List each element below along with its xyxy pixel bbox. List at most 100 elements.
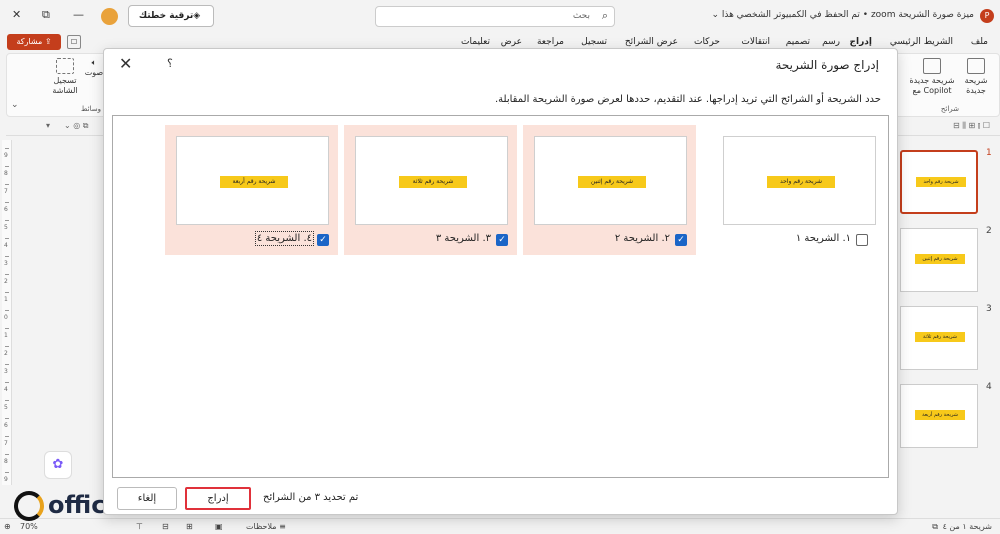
reading-view-icon[interactable]: ⊞ [186,522,193,531]
profile-avatar[interactable] [101,8,118,25]
normal-view-icon[interactable]: ▣ [215,522,223,531]
tab-animations[interactable]: حركات [694,37,720,47]
slide-checkbox-3[interactable]: ✓ [496,234,508,246]
tab-view[interactable]: عرض [501,37,522,47]
dropdown-icon[interactable]: ▾ [46,121,50,130]
slide-thumbnail[interactable]: شريحة رقم واحد [900,150,978,214]
ruler-number: 7 [4,440,8,447]
slide-thumbnail[interactable]: شريحة رقم أربعة [900,384,978,448]
ruler-number: 6 [4,422,8,429]
ruler-number: 4 [4,386,8,393]
ruler-tick [5,256,9,257]
slide-card-2[interactable]: شريحة رقم إثنين ✓ ٢. الشريحة ٢ [523,125,696,255]
slide-checkbox-row[interactable]: ✓ ٣. الشريحة ٣ [344,232,517,248]
slide-preview: شريحة رقم واحد [723,136,876,225]
slide-preview-label: شريحة رقم أربعة [220,176,288,188]
slide-checkbox-1[interactable] [856,234,868,246]
audio-label: صوت [84,68,104,77]
share-button[interactable]: مشاركة ⇪ [7,34,61,50]
insert-slide-zoom-dialog: إدراج صورة الشريحة ✕ ؟ حدد الشريحة أو ال… [103,48,898,515]
accessibility-icon[interactable]: ⧉ [932,522,938,532]
tab-record[interactable]: تسجيل [581,37,607,47]
tab-help[interactable]: تعليمات [461,37,490,47]
ruler-tick [5,382,9,383]
slide-card-4[interactable]: شريحة رقم أربعة ✓ ٤. الشريحة ٤ [165,125,338,255]
maximize-button[interactable]: ⧉ [42,8,50,22]
tab-home[interactable]: الشريط الرئيسي [890,37,953,47]
slide-checkbox-label: ١. الشريحة ١ [795,233,851,244]
slide-checkbox-row[interactable]: ✓ ٤. الشريحة ٤ [165,231,338,248]
document-title[interactable]: ميزة صورة الشريحة zoom • تم الحفظ في الك… [711,10,974,20]
ruler-tick [5,328,9,329]
tab-insert[interactable]: إدراج [850,37,872,47]
dialog-close-icon[interactable]: ✕ [119,54,132,73]
thumbnail-number: 3 [986,304,992,314]
ruler-tick [5,346,9,347]
thumbnail-number: 4 [986,382,992,392]
presenter-icon[interactable]: ⊤ [136,522,143,531]
alignment-tools-icon[interactable]: ⊟ ⫼ ⊞ ⫾ ☐ [953,121,990,131]
ruler-tick [5,418,9,419]
thumbnail-label: شريحة رقم ثلاثة [915,332,965,342]
slide-checkbox-2[interactable]: ✓ [675,234,687,246]
ruler-number: 8 [4,170,8,177]
slide-checkbox-4[interactable]: ✓ [317,234,329,246]
comment-icon[interactable]: ☐ [67,35,81,49]
tab-draw[interactable]: رسم [822,37,840,47]
media-group-label: وسائط [81,105,101,113]
audio-button[interactable]: 🔈︎ صوت [83,58,105,78]
slides-group-label: شرائح [940,105,959,113]
ruler-number: 5 [4,404,8,411]
minimize-button[interactable]: — [73,8,84,21]
copilot-icon[interactable]: ✿ [44,451,72,479]
tab-design[interactable]: تصميم [786,37,810,47]
insert-button[interactable]: إدراج [185,487,251,510]
thumbnail-label: شريحة رقم واحد [916,177,966,187]
copilot-slide-button[interactable]: شريحة جديدة مع Copilot [909,58,955,96]
ruler-number: 0 [4,314,8,321]
search-placeholder: بحث [572,11,590,21]
ruler-tick [5,220,9,221]
screen-record-button[interactable]: تسجيل الشاشة [49,58,81,96]
cancel-button[interactable]: إلغاء [117,487,177,510]
zoom-level[interactable]: 70% [20,522,38,531]
ruler-number: 2 [4,278,8,285]
share-label: مشاركة [16,37,43,46]
ruler-tick [5,310,9,311]
ruler-number: 9 [4,152,8,159]
slide-sorter-icon[interactable]: ⊟ [162,522,169,531]
ruler-tick [5,472,9,473]
fit-slide-icon[interactable]: ⊕ [4,522,11,531]
slide-selection-panel: شريحة رقم واحد ١. الشريحة ١ شريحة رقم إث… [112,115,889,478]
ruler-number: 9 [4,476,8,483]
notes-label: ملاحظات [246,522,277,531]
slide-checkbox-label: ٤. الشريحة ٤ [254,231,315,246]
slide-thumbnail[interactable]: شريحة رقم ثلاثة [900,306,978,370]
slide-checkbox-row[interactable]: ✓ ٢. الشريحة ٢ [523,232,696,248]
ruler-tick [5,148,9,149]
new-slide-button[interactable]: شريحة جديدة [959,58,993,96]
slide-checkbox-label: ٢. الشريحة ٢ [614,233,670,244]
slide-card-3[interactable]: شريحة رقم ثلاثة ✓ ٣. الشريحة ٣ [344,125,517,255]
dialog-help-icon[interactable]: ؟ [167,57,173,70]
upgrade-plan-button[interactable]: ترقية خطتك◈ [128,5,214,27]
slide-preview: شريحة رقم إثنين [534,136,687,225]
ruler-tick [5,184,9,185]
dialog-title: إدراج صورة الشريحة [775,58,880,72]
close-window-button[interactable]: ✕ [12,8,21,21]
slide-card-1[interactable]: شريحة رقم واحد ١. الشريحة ١ [712,125,885,255]
copilot-slide-icon [923,58,941,74]
undo-icon[interactable]: ⌄ ◎ ⧉ [64,121,88,131]
tab-transitions[interactable]: انتقالات [741,37,770,47]
copilot-slide-label: شريحة جديدة مع Copilot [909,76,955,95]
tab-review[interactable]: مراجعة [537,37,564,47]
slide-checkbox-row[interactable]: ١. الشريحة ١ [712,232,885,248]
notes-button[interactable]: ملاحظات ≡ [246,522,286,531]
search-box[interactable]: ⌕ بحث [375,6,615,27]
slide-thumbnail[interactable]: شريحة رقم إثنين [900,228,978,292]
ruler-tick [5,364,9,365]
tab-file[interactable]: ملف [971,37,988,47]
ruler-number: 7 [4,188,8,195]
tab-slideshow[interactable]: عرض الشرائح [625,37,678,47]
ribbon-collapse-icon[interactable]: ⌄ [11,100,19,110]
